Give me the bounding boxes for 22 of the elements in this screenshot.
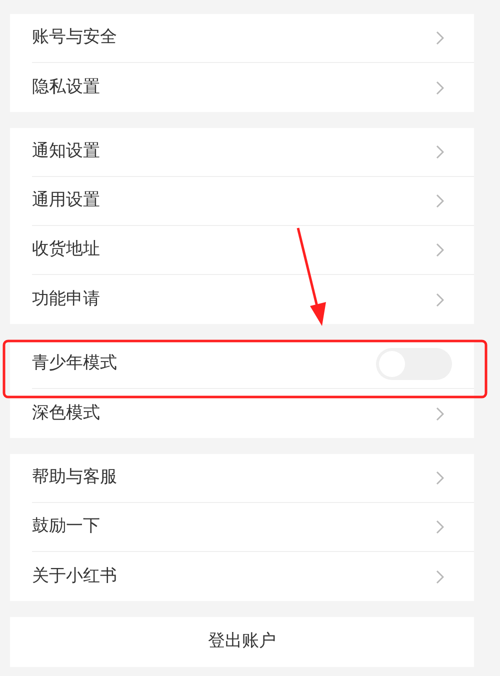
chevron-right-icon[interactable] (436, 570, 444, 584)
chevron-right-icon[interactable] (436, 80, 444, 94)
setting-label: 帮助与客服 (32, 466, 117, 490)
chevron-right-icon[interactable] (436, 406, 444, 420)
chevron-right-icon[interactable] (436, 31, 444, 45)
chevron-right-icon[interactable] (436, 520, 444, 534)
setting-label: 通知设置 (32, 140, 100, 164)
setting-label: 功能申请 (32, 288, 100, 311)
setting-label: 鼓励一下 (32, 515, 100, 538)
chevron-right-icon[interactable] (436, 243, 444, 257)
setting-label: 深色模式 (32, 402, 100, 425)
setting-label: 隐私设置 (32, 76, 100, 99)
logout-button[interactable]: 登出账户 (10, 617, 474, 667)
chevron-right-icon[interactable] (436, 292, 444, 306)
setting-label: 青少年模式 (32, 352, 117, 376)
setting-label: 收货地址 (32, 238, 100, 262)
chevron-right-icon[interactable] (436, 194, 444, 208)
setting-label: 关于小红书 (32, 564, 117, 588)
chevron-right-icon[interactable] (436, 145, 444, 159)
setting-label: 通用设置 (32, 189, 100, 212)
chevron-right-icon[interactable] (436, 471, 444, 485)
setting-label: 账号与安全 (32, 26, 117, 50)
